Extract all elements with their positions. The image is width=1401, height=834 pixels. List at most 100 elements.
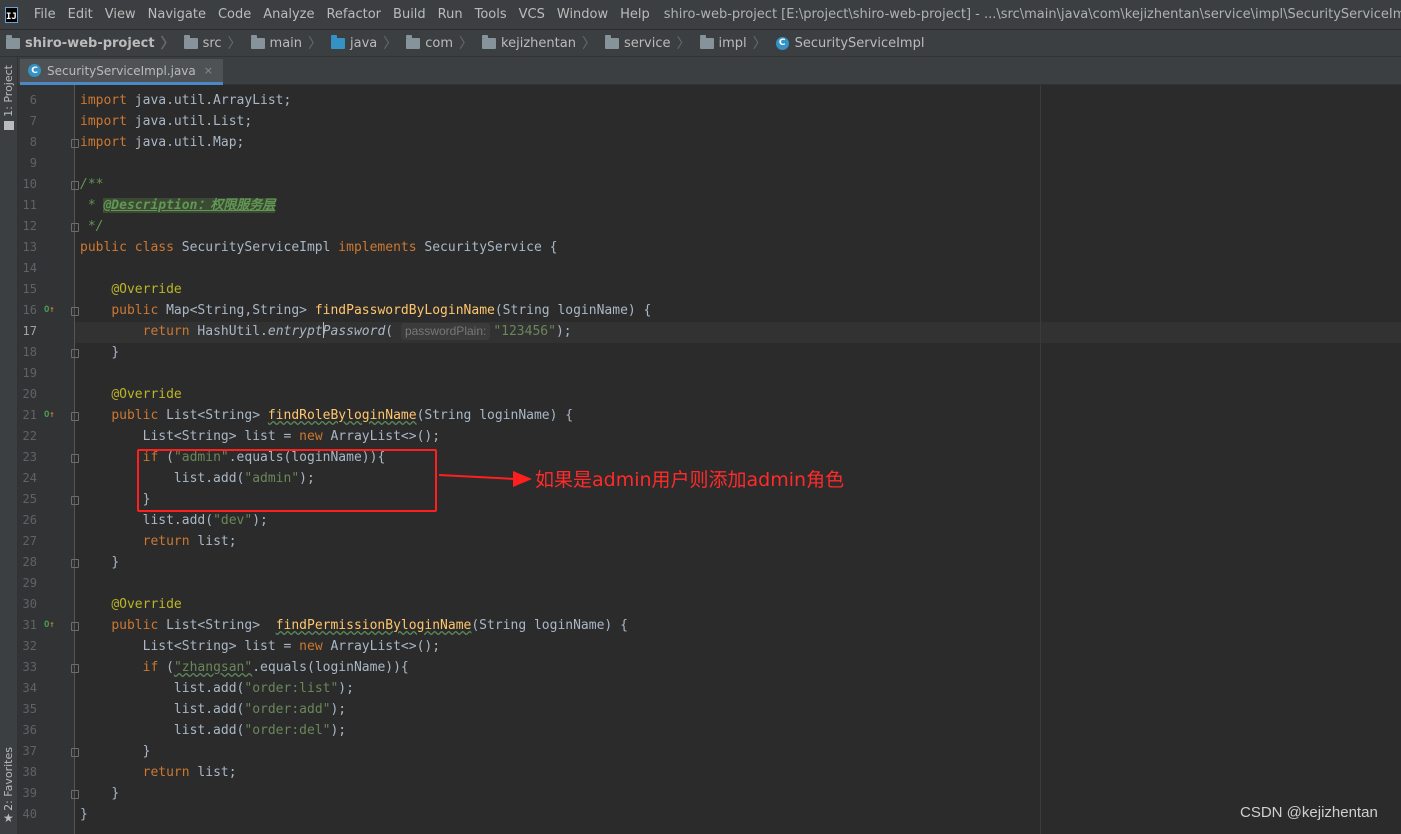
fold-icon[interactable] bbox=[71, 139, 79, 148]
breadcrumb-impl[interactable]: impl 〉 bbox=[694, 33, 770, 53]
folder-icon bbox=[183, 34, 198, 49]
tab-label: SecurityServiceImpl.java bbox=[47, 63, 196, 78]
breadcrumb-java[interactable]: java 〉 bbox=[325, 33, 400, 53]
package-icon bbox=[406, 34, 421, 49]
fold-icon[interactable] bbox=[71, 496, 79, 505]
fold-icon[interactable] bbox=[71, 559, 79, 568]
code-line: */ bbox=[80, 219, 104, 234]
code-line: import java.util.ArrayList; bbox=[80, 93, 292, 108]
menu-help[interactable]: Help bbox=[614, 7, 656, 22]
line-number: 24 bbox=[22, 471, 37, 485]
code-line: public class SecurityServiceImpl impleme… bbox=[80, 240, 558, 255]
code-line: list.add("order:list"); bbox=[173, 681, 354, 696]
breadcrumb-label: service bbox=[623, 35, 671, 51]
line-number: 35 bbox=[22, 702, 37, 716]
fold-icon[interactable] bbox=[71, 349, 79, 358]
menu-refactor[interactable]: Refactor bbox=[320, 7, 387, 22]
fold-icon[interactable] bbox=[71, 454, 79, 463]
breadcrumb-kejizhentan[interactable]: kejizhentan 〉 bbox=[476, 33, 599, 53]
line-number: 16 bbox=[22, 303, 37, 317]
line-number: 40 bbox=[22, 807, 37, 821]
fold-icon[interactable] bbox=[71, 223, 79, 232]
code-line: import java.util.Map; bbox=[80, 135, 245, 150]
fold-icon[interactable] bbox=[71, 622, 79, 631]
fold-icon[interactable] bbox=[71, 307, 79, 316]
line-number: 14 bbox=[22, 261, 37, 275]
code-line: @Override bbox=[111, 282, 182, 297]
code-line: if ("zhangsan".equals(loginName)){ bbox=[142, 660, 409, 675]
chevron-right-icon: 〉 bbox=[752, 36, 767, 52]
favorites-tool-button[interactable]: 2: Favorites bbox=[2, 747, 15, 811]
line-number: 30 bbox=[22, 597, 37, 611]
breadcrumb-src[interactable]: src 〉 bbox=[178, 33, 245, 53]
line-number: 29 bbox=[22, 576, 37, 590]
line-number: 20 bbox=[22, 387, 37, 401]
breadcrumb-label: SecurityServiceImpl bbox=[794, 35, 925, 51]
menu-file[interactable]: File bbox=[28, 7, 62, 22]
code-line: list.add("order:add"); bbox=[173, 702, 347, 717]
watermark: CSDN @kejizhentan bbox=[1240, 804, 1378, 821]
code-line: return list; bbox=[142, 534, 237, 549]
line-number: 33 bbox=[22, 660, 37, 674]
code-line-current: return HashUtil.entryptPassword( passwor… bbox=[142, 322, 572, 340]
menu-tools[interactable]: Tools bbox=[469, 7, 513, 22]
menu-navigate[interactable]: Navigate bbox=[142, 7, 212, 22]
package-icon bbox=[604, 34, 619, 49]
line-number: 19 bbox=[22, 366, 37, 380]
fold-icon[interactable] bbox=[71, 664, 79, 673]
line-number: 26 bbox=[22, 513, 37, 527]
menu-run[interactable]: Run bbox=[432, 7, 469, 22]
tab-security-service-impl[interactable]: C SecurityServiceImpl.java × bbox=[20, 59, 223, 85]
chevron-right-icon: 〉 bbox=[227, 36, 242, 52]
chevron-right-icon: 〉 bbox=[160, 36, 175, 52]
code-line: } bbox=[80, 807, 88, 822]
breadcrumb-service[interactable]: service 〉 bbox=[599, 33, 694, 53]
menu-build[interactable]: Build bbox=[387, 7, 432, 22]
line-number-current: 17 bbox=[22, 324, 37, 338]
fold-icon[interactable] bbox=[71, 790, 79, 799]
menu-view[interactable]: View bbox=[99, 7, 142, 22]
project-tool-button[interactable]: 1: Project bbox=[2, 65, 15, 117]
java-class-icon: C bbox=[775, 36, 789, 50]
chevron-right-icon: 〉 bbox=[676, 36, 691, 52]
menu-edit[interactable]: Edit bbox=[62, 7, 99, 22]
intellij-logo-icon[interactable]: IJ bbox=[5, 6, 18, 23]
breadcrumb-class[interactable]: C SecurityServiceImpl bbox=[770, 36, 928, 51]
code-line: List<String> list = new ArrayList<>(); bbox=[142, 429, 441, 444]
arrow-right-icon bbox=[438, 471, 532, 487]
breadcrumb-label: main bbox=[269, 35, 303, 51]
line-number: 27 bbox=[22, 534, 37, 548]
menu-code[interactable]: Code bbox=[212, 7, 257, 22]
line-number: 25 bbox=[22, 492, 37, 506]
close-icon[interactable]: × bbox=[204, 64, 213, 77]
breadcrumb-com[interactable]: com 〉 bbox=[400, 33, 476, 53]
chevron-right-icon: 〉 bbox=[308, 36, 323, 52]
fold-icon[interactable] bbox=[71, 181, 79, 190]
line-number: 11 bbox=[22, 198, 37, 212]
package-icon bbox=[482, 34, 497, 49]
highlight-box bbox=[137, 449, 437, 512]
override-method-icon[interactable]: O↑ bbox=[44, 300, 55, 321]
line-number: 32 bbox=[22, 639, 37, 653]
code-line: @Override bbox=[111, 387, 182, 402]
annotation-note: 如果是admin用户则添加admin角色 bbox=[535, 469, 845, 491]
menu-analyze[interactable]: Analyze bbox=[257, 7, 320, 22]
override-method-icon[interactable]: O↑ bbox=[44, 405, 55, 426]
override-method-icon[interactable]: O↑ bbox=[44, 615, 55, 636]
fold-icon[interactable] bbox=[71, 748, 79, 757]
line-number: 34 bbox=[22, 681, 37, 695]
fold-icon[interactable] bbox=[71, 412, 79, 421]
folder-icon bbox=[6, 34, 20, 49]
line-number: 37 bbox=[22, 744, 37, 758]
line-number: 9 bbox=[29, 156, 37, 170]
menu-window[interactable]: Window bbox=[551, 7, 614, 22]
code-line: * @Description：权限服务层 bbox=[80, 198, 276, 213]
line-number: 38 bbox=[22, 765, 37, 779]
breadcrumb: shiro-web-project 〉 src 〉 main 〉 java 〉 com 〉… bbox=[0, 29, 1401, 57]
line-number: 7 bbox=[29, 114, 37, 128]
breadcrumb-project[interactable]: shiro-web-project 〉 bbox=[0, 33, 178, 53]
menu-vcs[interactable]: VCS bbox=[513, 7, 551, 22]
chevron-right-icon: 〉 bbox=[459, 36, 474, 52]
code-line: List<String> list = new ArrayList<>(); bbox=[142, 639, 441, 654]
breadcrumb-main[interactable]: main 〉 bbox=[245, 33, 325, 53]
